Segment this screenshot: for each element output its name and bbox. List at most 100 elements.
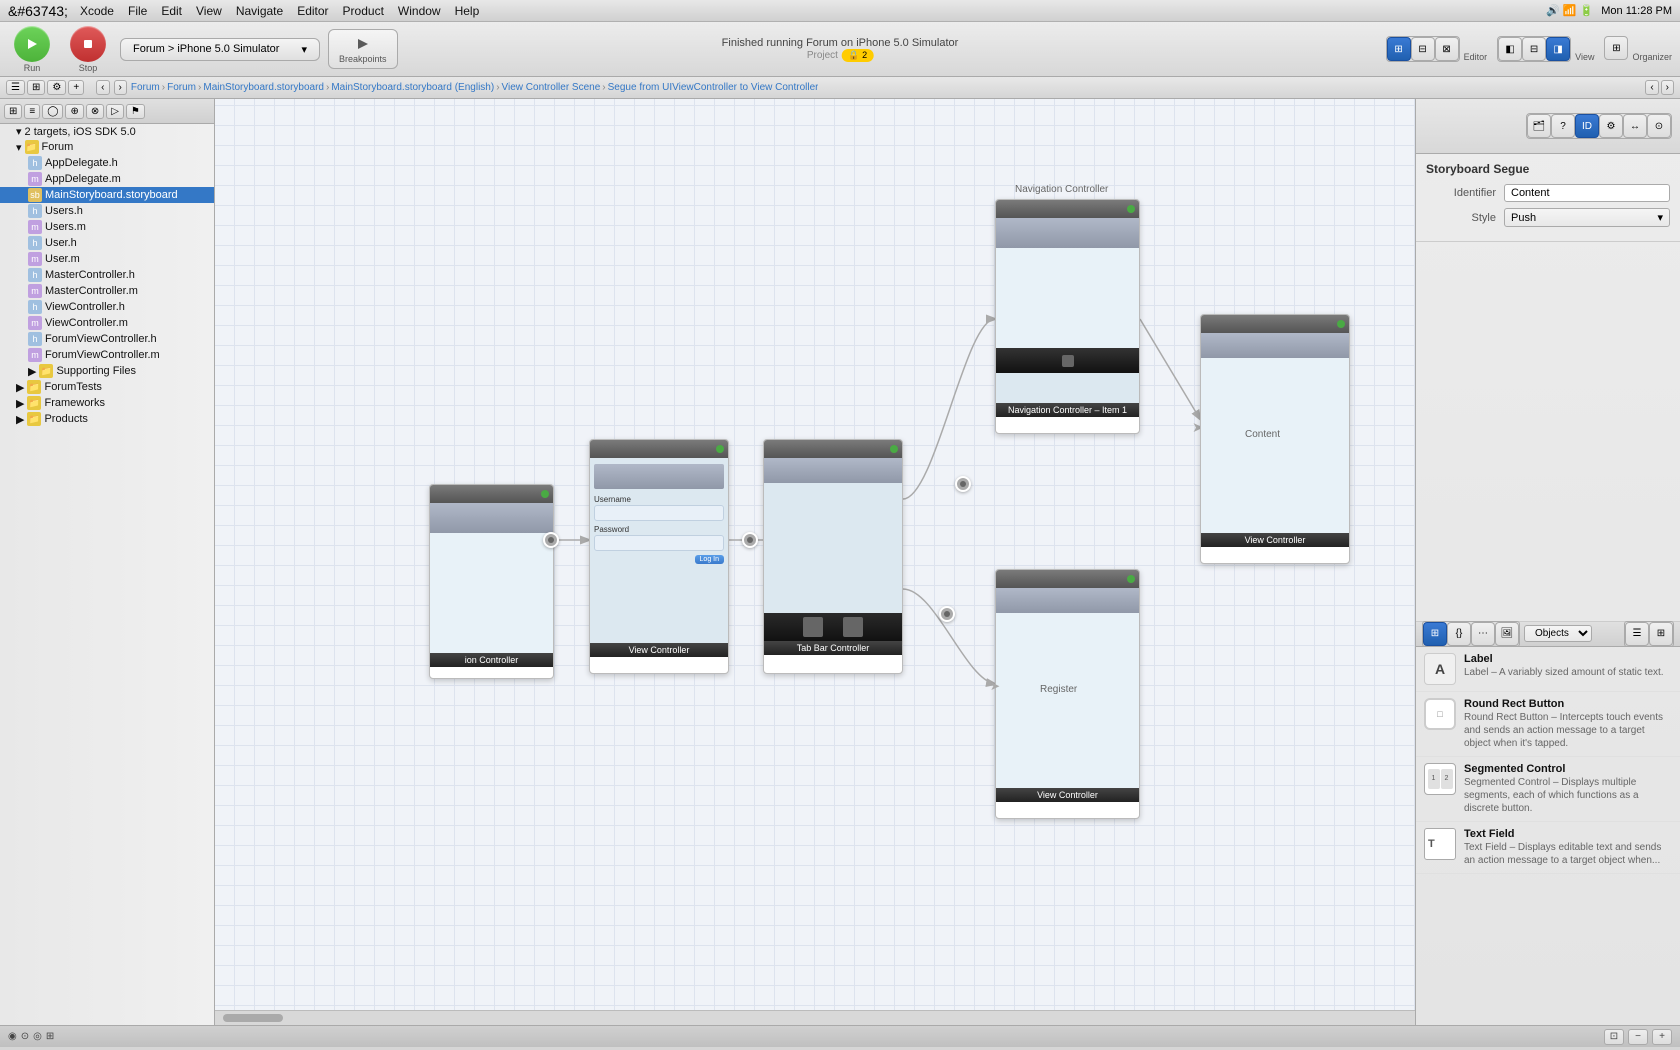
stop-button[interactable]	[70, 26, 106, 62]
breadcrumb-4[interactable]: View Controller Scene	[502, 82, 601, 93]
segue-dot-1[interactable]	[543, 532, 559, 548]
nav-prev-btn[interactable]: ‹	[1645, 80, 1658, 95]
snippets-tab[interactable]: ⋯	[1471, 622, 1495, 646]
sidebar-mode-1[interactable]: ⊞	[4, 104, 22, 119]
menu-product[interactable]: Product	[343, 4, 384, 18]
style-select[interactable]: Push ▾	[1504, 208, 1670, 227]
sidebar-toggle-tree[interactable]: ⊞	[27, 80, 45, 95]
login-btn[interactable]: Log In	[695, 555, 724, 564]
file-inspector-btn[interactable]: 🗂	[1527, 114, 1551, 138]
breakpoints-label: Breakpoints	[339, 54, 387, 64]
sidebar-item-forumviewcontroller-m[interactable]: m ForumViewController.m	[0, 347, 214, 363]
nav-forward-btn[interactable]: ›	[114, 80, 127, 95]
object-item-textfield[interactable]: T Text Field Text Field – Displays edita…	[1416, 822, 1680, 874]
sidebar-mode-5[interactable]: ⊗	[86, 104, 104, 119]
classes-tab[interactable]: {}	[1447, 622, 1471, 646]
password-label: Password	[594, 525, 724, 534]
sidebar-mode-4[interactable]: ⊕	[65, 104, 83, 119]
attributes-inspector-btn[interactable]: ⚙	[1599, 114, 1623, 138]
sidebar-group-forumtests[interactable]: ▶ 📁 ForumTests	[0, 379, 214, 395]
media-tab[interactable]: 🖼	[1495, 622, 1519, 646]
scroll-thumb[interactable]	[223, 1014, 283, 1022]
canvas[interactable]: ion Controller Username Password Log In	[215, 99, 1415, 1025]
breadcrumb-5[interactable]: Segue from UIViewController to View Cont…	[608, 82, 819, 93]
editor-standard-btn[interactable]: ⊞	[1387, 37, 1411, 61]
identity-inspector-btn[interactable]: ID	[1575, 114, 1599, 138]
view-utilities-btn[interactable]: ◨	[1546, 37, 1570, 61]
username-field[interactable]	[594, 505, 724, 521]
menu-edit[interactable]: Edit	[161, 4, 182, 18]
sidebar-item-appdelegate-h[interactable]: h AppDelegate.h	[0, 155, 214, 171]
view-controller-login[interactable]: Username Password Log In View Controller	[589, 439, 729, 674]
nav-controller-1[interactable]: ion Controller	[429, 484, 554, 679]
connections-inspector-btn[interactable]: ⊙	[1647, 114, 1671, 138]
editor-assistant-btn[interactable]: ⊟	[1411, 37, 1435, 61]
breadcrumb-3[interactable]: MainStoryboard.storyboard (English)	[331, 82, 494, 93]
sidebar-filter[interactable]: ⚙	[47, 80, 66, 95]
segue-dot-2[interactable]	[742, 532, 758, 548]
segue-dot-upper[interactable]	[955, 476, 971, 492]
sidebar-item-users-h[interactable]: h Users.h	[0, 203, 214, 219]
breadcrumb-2[interactable]: MainStoryboard.storyboard	[203, 82, 324, 93]
sidebar-item-user-m[interactable]: m User.m	[0, 251, 214, 267]
breakpoint-button[interactable]: Breakpoints	[328, 29, 398, 69]
sidebar-item-forumviewcontroller-h[interactable]: h ForumViewController.h	[0, 331, 214, 347]
sidebar-item-appdelegate-m[interactable]: m AppDelegate.m	[0, 171, 214, 187]
segue-dot-lower[interactable]	[939, 606, 955, 622]
zoom-out-btn[interactable]: −	[1628, 1029, 1648, 1045]
run-button[interactable]	[14, 26, 50, 62]
sidebar-mode-2[interactable]: ≡	[24, 104, 40, 119]
size-inspector-btn[interactable]: ↔	[1623, 114, 1647, 138]
view-debug-btn[interactable]: ⊟	[1522, 37, 1546, 61]
sidebar-group-products[interactable]: ▶ 📁 Products	[0, 411, 214, 427]
sidebar-item-mastercontroller-m[interactable]: m MasterController.m	[0, 283, 214, 299]
list-view-btn[interactable]: ☰	[1625, 622, 1649, 646]
menu-help[interactable]: Help	[455, 4, 480, 18]
menu-view[interactable]: View	[196, 4, 222, 18]
sidebar-item-user-h[interactable]: h User.h	[0, 235, 214, 251]
grid-view-btn[interactable]: ⊞	[1649, 622, 1673, 646]
editor-version-btn[interactable]: ⊠	[1435, 37, 1459, 61]
breadcrumb-1[interactable]: Forum	[167, 82, 196, 93]
nav-next-btn[interactable]: ›	[1661, 80, 1674, 95]
menu-editor[interactable]: Editor	[297, 4, 328, 18]
sidebar-add[interactable]: +	[68, 80, 84, 95]
tab-bar-controller[interactable]: Tab Bar Controller	[763, 439, 903, 674]
sidebar-item-mastercontroller-h[interactable]: h MasterController.h	[0, 267, 214, 283]
menu-navigate[interactable]: Navigate	[236, 4, 283, 18]
organizer-btn[interactable]: ⊞	[1604, 36, 1628, 60]
run-label: Run	[24, 63, 41, 73]
sidebar-toggle-list[interactable]: ☰	[6, 80, 25, 95]
menu-window[interactable]: Window	[398, 4, 441, 18]
sidebar-item-users-m[interactable]: m Users.m	[0, 219, 214, 235]
sidebar-item-mainstoryboard[interactable]: sb MainStoryboard.storyboard	[0, 187, 214, 203]
sidebar-item-supporting-files[interactable]: ▶ 📁 Supporting Files	[0, 363, 214, 379]
menu-file[interactable]: File	[128, 4, 147, 18]
canvas-scrollbar[interactable]	[215, 1010, 1415, 1025]
object-item-button[interactable]: □ Round Rect Button Round Rect Button – …	[1416, 692, 1680, 757]
sidebar-group-forum[interactable]: ▾ 📁 Forum	[0, 139, 214, 155]
sidebar-item-viewcontroller-h[interactable]: h ViewController.h	[0, 299, 214, 315]
password-field[interactable]	[594, 535, 724, 551]
scheme-selector[interactable]: Forum > iPhone 5.0 Simulator ▾	[120, 38, 320, 61]
apple-menu-icon[interactable]: &#63743;	[8, 3, 68, 19]
quick-help-btn[interactable]: ?	[1551, 114, 1575, 138]
objects-tab[interactable]: ⊞	[1423, 622, 1447, 646]
sidebar-item-viewcontroller-m[interactable]: m ViewController.m	[0, 315, 214, 331]
object-item-label[interactable]: A Label Label – A variably sized amount …	[1416, 647, 1680, 692]
sidebar-mode-3[interactable]: ◯	[42, 104, 63, 119]
menu-xcode[interactable]: Xcode	[80, 4, 114, 18]
sidebar-mode-7[interactable]: ⚑	[126, 104, 145, 119]
nav-controller-2[interactable]: Navigation Controller – Item 1	[995, 199, 1140, 434]
zoom-in-btn[interactable]: +	[1652, 1029, 1672, 1045]
view-navigator-btn[interactable]: ◧	[1498, 37, 1522, 61]
nav-back-btn[interactable]: ‹	[96, 80, 109, 95]
zoom-fit-btn[interactable]: ⊡	[1604, 1029, 1624, 1045]
object-item-segmented[interactable]: 1 2 Segmented Control Segmented Control …	[1416, 757, 1680, 822]
objects-selector[interactable]: Objects	[1524, 625, 1592, 642]
sidebar-group-frameworks[interactable]: ▶ 📁 Frameworks	[0, 395, 214, 411]
sidebar-mode-6[interactable]: ▷	[106, 104, 124, 119]
identifier-input[interactable]	[1504, 184, 1670, 202]
sidebar-root-target[interactable]: ▾ 2 targets, iOS SDK 5.0	[0, 124, 214, 139]
breadcrumb-0[interactable]: Forum	[131, 82, 160, 93]
